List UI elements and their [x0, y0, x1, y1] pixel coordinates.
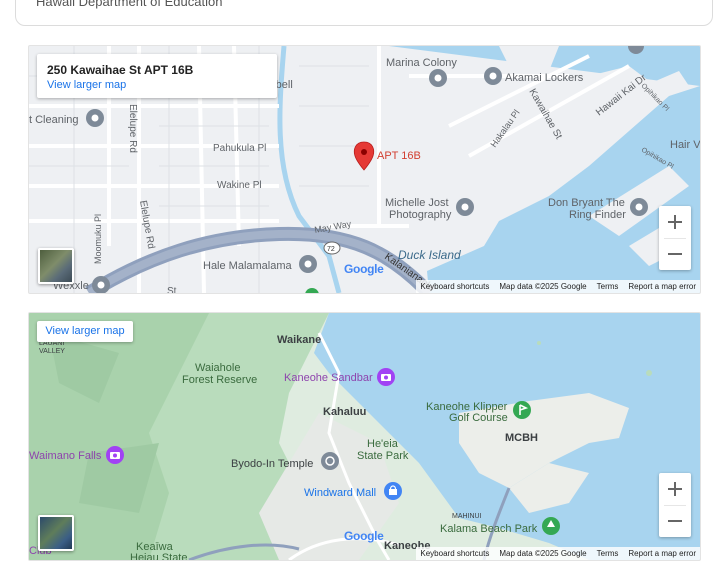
map-data-attribution: Map data ©2025 Google — [499, 549, 587, 558]
camera-marker-icon[interactable] — [377, 368, 395, 386]
view-larger-map-link[interactable]: View larger map — [37, 321, 133, 342]
place-marker-icon[interactable] — [429, 69, 447, 87]
satellite-thumbnail-icon[interactable] — [38, 515, 74, 551]
place-info-card: 250 Kawaihae St APT 16B View larger map — [37, 54, 277, 98]
zoom-out-button[interactable] — [659, 238, 691, 270]
place-marker-icon[interactable] — [86, 109, 104, 127]
map-footer: Keyboard shortcuts Map data ©2025 Google… — [416, 280, 700, 293]
satellite-thumbnail-icon[interactable] — [38, 248, 74, 284]
zoom-control — [659, 206, 691, 270]
place-marker-icon[interactable] — [630, 198, 648, 216]
place-address: 250 Kawaihae St APT 16B — [47, 63, 194, 77]
info-card-top: Hawaii Department of Education — [15, 0, 713, 26]
terms-link[interactable]: Terms — [597, 282, 619, 291]
park-marker-icon — [305, 288, 319, 293]
map-pin-icon[interactable] — [353, 141, 375, 171]
place-marker-icon[interactable] — [456, 198, 474, 216]
terrain-map[interactable]: Waikane LAUANI VALLEY Waiahole Forest Re… — [28, 312, 701, 561]
view-larger-map-link[interactable]: View larger map — [47, 79, 126, 91]
temple-icon[interactable] — [321, 452, 339, 470]
school-caption: Hawaii Department of Education — [36, 0, 223, 9]
keyboard-shortcuts-link[interactable]: Keyboard shortcuts — [420, 282, 489, 291]
zoom-out-button[interactable] — [659, 505, 691, 537]
report-error-link[interactable]: Report a map error — [628, 549, 696, 558]
keyboard-shortcuts-link[interactable]: Keyboard shortcuts — [420, 549, 489, 558]
zoom-control — [659, 473, 691, 537]
street-map[interactable]: Marina Colony Akamai Lockers rbell t Cle… — [28, 45, 701, 294]
terms-link[interactable]: Terms — [597, 549, 619, 558]
google-logo: Google — [344, 262, 384, 276]
report-error-link[interactable]: Report a map error — [628, 282, 696, 291]
svg-text:72: 72 — [327, 246, 335, 253]
shopping-bag-icon[interactable] — [384, 482, 402, 500]
golf-marker-icon[interactable] — [513, 401, 531, 419]
map-footer: Keyboard shortcuts Map data ©2025 Google… — [416, 547, 700, 560]
place-marker-icon[interactable] — [92, 276, 110, 293]
google-logo: Google — [344, 529, 384, 543]
pin-label: APT 16B — [377, 150, 421, 162]
zoom-in-button[interactable] — [659, 206, 691, 238]
map-data-attribution: Map data ©2025 Google — [499, 282, 587, 291]
zoom-in-button[interactable] — [659, 473, 691, 505]
park-marker-icon[interactable] — [542, 517, 560, 535]
place-marker-icon[interactable] — [628, 46, 644, 54]
camera-marker-icon[interactable] — [106, 446, 124, 464]
place-marker-icon[interactable] — [484, 67, 502, 85]
place-marker-icon[interactable] — [299, 255, 317, 273]
terrain-map-markers — [106, 368, 560, 535]
route-shield-icon: 72 — [323, 241, 341, 255]
